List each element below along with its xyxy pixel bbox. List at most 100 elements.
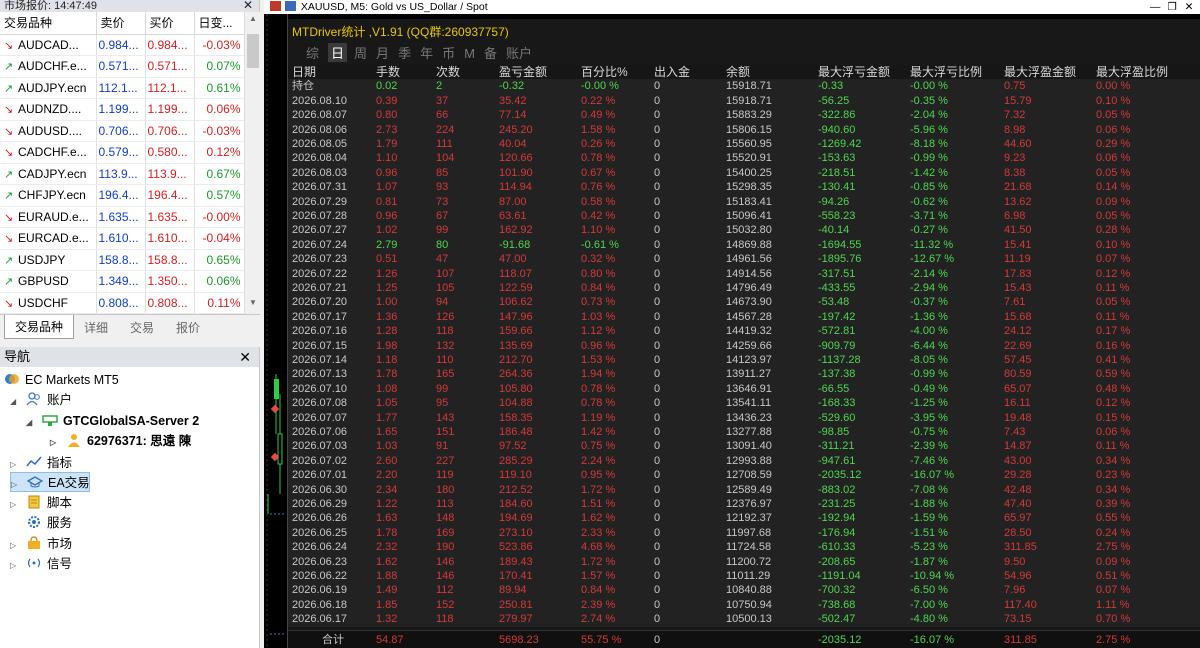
symbol-cell[interactable]: ↗ GBPUSD xyxy=(0,270,97,293)
close-icon[interactable]: ✕ xyxy=(243,0,253,11)
stats-row[interactable]: 2026.07.16 1.28 118 159.66 1.12 % 0 14419.32 -5… xyxy=(288,324,1200,339)
nav-scripts[interactable]: ▷ 脚本 xyxy=(10,493,72,513)
stats-row[interactable]: 2026.06.24 2.32 190 523.86 4.68 % 0 11724.58 -6… xyxy=(288,540,1200,555)
market-watch-row[interactable]: ↗ CHFJPY.ecn 196.4... 196.4... 0.57% xyxy=(0,184,245,207)
stats-row[interactable]: 2026.07.08 1.05 95 104.88 0.78 % 0 13541.11 -16… xyxy=(288,396,1200,411)
scroll-thumb[interactable] xyxy=(247,34,259,68)
stats-row[interactable]: 2026.07.07 1.77 143 158.35 1.19 % 0 13436.23 -5… xyxy=(288,410,1200,425)
stats-row[interactable]: 2026.07.14 1.18 110 212.70 1.53 % 0 14123.97 -1… xyxy=(288,353,1200,368)
stats-row[interactable]: 2026.08.05 1.79 111 40.04 0.26 % 0 15560.95 -12… xyxy=(288,137,1200,152)
col-ask[interactable]: 买价 xyxy=(145,12,195,35)
symbol-cell[interactable]: ↗ AUDCHF.e... xyxy=(0,55,97,78)
tab-details[interactable]: 详细 xyxy=(84,318,108,338)
symbol-cell[interactable]: ↗ CADJPY.ecn xyxy=(0,163,97,185)
header-max-dd[interactable]: 最大浮亏金额 xyxy=(818,65,890,79)
nav-accounts[interactable]: ◢ 账户 xyxy=(10,390,72,410)
stats-row[interactable]: 2026.08.06 2.73 224 245.20 1.58 % 0 15806.15 -9… xyxy=(288,122,1200,137)
header-date[interactable]: 日期 xyxy=(292,65,316,79)
tab-ticks[interactable]: 报价 xyxy=(176,318,200,338)
expand-right-icon[interactable]: ▷ xyxy=(10,536,20,556)
scroll-up-icon[interactable]: ▲ xyxy=(245,14,261,28)
stats-row[interactable]: 2026.06.29 1.22 113 184.60 1.51 % 0 12376.97 -2… xyxy=(288,497,1200,512)
close-icon[interactable]: ✕ xyxy=(1182,0,1196,14)
market-watch-row[interactable]: ↘ EURAUD.e... 1.635... 1.635... -0.00% xyxy=(0,206,245,228)
period-tab[interactable]: 综 xyxy=(306,43,319,62)
market-watch-row[interactable]: ↗ USDJPY 158.8... 158.8... 0.65% xyxy=(0,249,245,271)
nav-services[interactable]: 服务 xyxy=(26,513,72,533)
stats-row[interactable]: 2026.07.21 1.25 105 122.59 0.84 % 0 14796.49 -4… xyxy=(288,281,1200,296)
expand-right-icon[interactable]: ▷ xyxy=(10,495,20,515)
stats-row[interactable]: 2026.06.19 1.49 112 89.94 0.84 % 0 10840.88 -70… xyxy=(288,583,1200,598)
stats-row[interactable]: 2026.07.01 2.20 119 119.10 0.95 % 0 12708.59 -2… xyxy=(288,468,1200,483)
stats-row[interactable]: 2026.07.31 1.07 93 114.94 0.76 % 0 15298.35 -13… xyxy=(288,180,1200,195)
nav-server[interactable]: ◢ GTCGlobalSA-Server 2 xyxy=(26,411,199,431)
nav-signals[interactable]: ▷ 信号 xyxy=(10,554,72,574)
scroll-down-icon[interactable]: ▼ xyxy=(245,298,261,312)
expand-right-icon[interactable]: ▷ xyxy=(10,556,20,576)
nav-account[interactable]: ▷ 62976371: 思遠 陳 xyxy=(50,431,191,451)
period-tab[interactable]: 周 xyxy=(354,43,367,62)
stats-row[interactable]: 2026.08.04 1.10 104 120.66 0.78 % 0 15520.91 -1… xyxy=(288,151,1200,166)
header-deposit[interactable]: 出入金 xyxy=(654,65,690,79)
symbol-cell[interactable]: ↗ CHFJPY.ecn xyxy=(0,184,97,207)
header-balance[interactable]: 余额 xyxy=(726,65,750,79)
period-tab[interactable]: 币 xyxy=(442,43,455,62)
period-tab[interactable]: M xyxy=(464,46,475,61)
stats-row[interactable]: 2026.07.29 0.81 73 87.00 0.58 % 0 15183.41 -94.… xyxy=(288,194,1200,209)
period-tab[interactable]: 账户 xyxy=(506,43,532,62)
stats-row[interactable]: 2026.06.22 1.88 146 170.41 1.57 % 0 11011.29 -1… xyxy=(288,569,1200,584)
stats-row[interactable]: 2026.07.10 1.08 99 105.80 0.78 % 0 13646.91 -66… xyxy=(288,381,1200,397)
col-symbol[interactable]: 交易品种 xyxy=(0,12,97,35)
stats-row[interactable]: 2026.06.26 1.63 148 194.69 1.62 % 0 12192.37 -1… xyxy=(288,511,1200,526)
header-max-dd-pct[interactable]: 最大浮亏比例 xyxy=(910,65,982,79)
market-watch-row[interactable]: ↗ AUDJPY.ecn 112.1... 112.1... 0.61% xyxy=(0,77,245,99)
market-watch-scrollbar[interactable]: ▲ ▼ xyxy=(244,12,260,314)
stats-row[interactable]: 2026.07.13 1.78 165 264.36 1.94 % 0 13911.27 -1… xyxy=(288,367,1200,382)
stats-row[interactable]: 2026.06.25 1.78 169 273.10 2.33 % 0 11997.68 -1… xyxy=(288,525,1200,541)
col-change[interactable]: 日变... xyxy=(194,12,245,35)
expand-right-icon[interactable]: ▷ xyxy=(50,433,60,453)
stats-row[interactable]: 2026.07.22 1.26 107 118.07 0.80 % 0 14914.56 -3… xyxy=(288,266,1200,281)
nav-indicators[interactable]: ▷ 指标 xyxy=(10,453,72,473)
expand-right-icon[interactable]: ▷ xyxy=(11,475,21,495)
price-chart-area[interactable] xyxy=(264,14,288,648)
stats-row[interactable]: 2026.06.17 1.32 118 279.97 2.74 % 0 10500.13 -5… xyxy=(288,612,1200,627)
col-bid[interactable]: 卖价 xyxy=(96,12,146,35)
symbol-cell[interactable]: ↘ EURCAD.e... xyxy=(0,227,97,250)
market-watch-row[interactable]: ↘ CADCHF.e... 0.579... 0.580... 0.12% xyxy=(0,141,245,164)
tab-symbols[interactable]: 交易品种 xyxy=(4,315,75,339)
stats-row[interactable]: 2026.07.15 1.98 132 135.69 0.96 % 0 14259.66 -9… xyxy=(288,338,1200,353)
close-icon[interactable]: ✕ xyxy=(239,347,251,367)
market-watch-row[interactable]: ↘ AUDCAD... 0.984... 0.984... -0.03% xyxy=(0,34,245,56)
nav-root[interactable]: EC Markets MT5 xyxy=(4,370,119,390)
stats-row[interactable]: 2026.07.17 1.36 126 147.96 1.03 % 0 14567.28 -1… xyxy=(288,309,1200,325)
symbol-cell[interactable]: ↘ EURAUD.e... xyxy=(0,206,97,228)
restore-icon[interactable]: ❐ xyxy=(1165,0,1179,14)
symbol-cell[interactable]: ↗ USDJPY xyxy=(0,249,97,271)
header-count[interactable]: 次数 xyxy=(436,65,460,79)
stats-row[interactable]: 2026.06.23 1.62 146 189.43 1.72 % 0 11200.72 -2… xyxy=(288,554,1200,569)
stats-row[interactable]: 2026.07.23 0.51 47 47.00 0.32 % 0 14961.56 -189… xyxy=(288,252,1200,267)
period-tab[interactable]: 季 xyxy=(398,43,411,62)
symbol-cell[interactable]: ↘ AUDNZD.... xyxy=(0,98,97,121)
symbol-cell[interactable]: ↗ AUDJPY.ecn xyxy=(0,77,97,99)
stats-row[interactable]: 2026.07.27 1.02 99 162.92 1.10 % 0 15032.80 -40… xyxy=(288,223,1200,238)
tab-trading[interactable]: 交易 xyxy=(130,318,154,338)
stats-row[interactable]: 2026.08.03 0.96 85 101.90 0.67 % 0 15400.25 -21… xyxy=(288,165,1200,181)
nav-market[interactable]: ▷ 市场 xyxy=(10,534,72,554)
header-lots[interactable]: 手数 xyxy=(376,65,400,79)
period-tab[interactable]: 月 xyxy=(376,43,389,62)
market-watch-row[interactable]: ↘ AUDUSD.... 0.706... 0.706... -0.03% xyxy=(0,120,245,142)
header-max-profit[interactable]: 最大浮盈金额 xyxy=(1004,65,1076,79)
symbol-cell[interactable]: ↘ AUDUSD.... xyxy=(0,120,97,142)
market-watch-row[interactable]: ↘ USDCHF 0.808... 0.808... 0.11% xyxy=(0,292,245,314)
period-tab[interactable]: 备 xyxy=(484,43,497,62)
stats-row[interactable]: 2026.06.18 1.85 152 250.81 2.39 % 0 10750.94 -7… xyxy=(288,597,1200,613)
period-tab[interactable]: 年 xyxy=(420,43,433,62)
header-max-profit-pct[interactable]: 最大浮盈比例 xyxy=(1096,65,1168,79)
stats-row[interactable]: 2026.08.10 0.39 37 35.42 0.22 % 0 15918.71 -56.… xyxy=(288,93,1200,109)
stats-row[interactable]: 2026.07.20 1.00 94 106.62 0.73 % 0 14673.90 -53… xyxy=(288,295,1200,310)
market-watch-row[interactable]: ↗ AUDCHF.e... 0.571... 0.571... 0.07% xyxy=(0,55,245,78)
stats-row[interactable]: 2026.06.30 2.34 180 212.52 1.72 % 0 12589.49 -8… xyxy=(288,482,1200,497)
symbol-cell[interactable]: ↘ AUDCAD... xyxy=(0,34,97,56)
